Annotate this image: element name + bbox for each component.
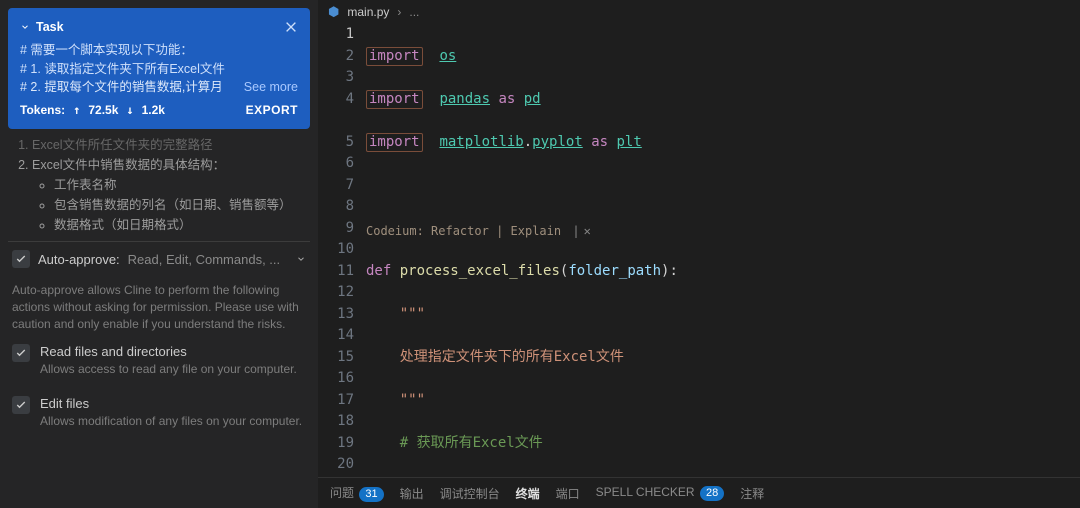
permission-title: Edit files bbox=[40, 396, 302, 411]
tab-ports[interactable]: 端口 bbox=[556, 485, 580, 502]
permission-item[interactable]: Read files and directories Allows access… bbox=[8, 338, 310, 383]
list-item: 数据格式（如日期格式） bbox=[54, 215, 306, 235]
auto-approve-help: Auto-approve allows Cline to perform the… bbox=[8, 282, 310, 332]
editor: ⬢ main.py › ... 1234 5678910111213141516… bbox=[318, 0, 1080, 508]
auto-approve-row[interactable]: Auto-approve: Read, Edit, Commands, ... bbox=[8, 241, 310, 276]
codelens[interactable]: Codeium: Refactor | Explain |✕ bbox=[366, 218, 591, 240]
see-more-link[interactable]: See more bbox=[244, 78, 298, 97]
tokens-label: Tokens: bbox=[20, 101, 65, 119]
filename[interactable]: main.py bbox=[347, 5, 389, 19]
sidebar: Task # 需要一个脚本实现以下功能： # 1. 读取指定文件夹下所有Exce… bbox=[0, 0, 318, 508]
list-item: 工作表名称 bbox=[54, 175, 306, 195]
list-item: Excel文件中销售数据的具体结构： 工作表名称 包含销售数据的列名（如日期、销… bbox=[32, 155, 306, 235]
tab-comments[interactable]: 注释 bbox=[740, 485, 764, 502]
badge: 31 bbox=[359, 487, 383, 502]
chevron-down-icon bbox=[20, 22, 30, 32]
tab-terminal[interactable]: 终端 bbox=[516, 485, 540, 502]
task-title-row[interactable]: Task bbox=[20, 18, 64, 37]
task-line: # 需要一个脚本实现以下功能： bbox=[20, 41, 298, 60]
prompt-info: Excel文件所任文件夹的完整路径 Excel文件中销售数据的具体结构： 工作表… bbox=[8, 135, 310, 235]
list-item: Excel文件所任文件夹的完整路径 bbox=[32, 135, 306, 155]
permission-title: Read files and directories bbox=[40, 344, 297, 359]
breadcrumb-more[interactable]: ... bbox=[409, 5, 419, 19]
down-arrow-icon: ↓ bbox=[126, 101, 133, 119]
task-line: # 2. 提取每个文件的销售数据,计算月 bbox=[20, 78, 238, 97]
panel-tabs: 问题 31 输出 调试控制台 终端 端口 SPELL CHECKER 28 注释 bbox=[318, 477, 1080, 508]
permission-desc: Allows modification of any files on your… bbox=[40, 413, 302, 429]
line-gutter: 1234 567891011121314151617181920 bbox=[318, 24, 366, 477]
checkbox-checked[interactable] bbox=[12, 250, 30, 268]
chevron-down-icon[interactable] bbox=[296, 254, 306, 264]
auto-approve-label: Auto-approve: bbox=[38, 252, 120, 267]
list-item: 包含销售数据的列名（如日期、销售额等） bbox=[54, 195, 306, 215]
tab-debug[interactable]: 调试控制台 bbox=[440, 485, 500, 502]
code-content[interactable]: import os import pandas as pd import mat… bbox=[366, 24, 1080, 477]
up-arrow-icon: ↑ bbox=[73, 101, 80, 119]
task-line: # 1. 读取指定文件夹下所有Excel文件 bbox=[20, 60, 298, 79]
token-counts: Tokens: ↑ 72.5k ↓ 1.2k bbox=[20, 101, 165, 119]
permission-item[interactable]: Edit files Allows modification of any fi… bbox=[8, 390, 310, 435]
tab-output[interactable]: 输出 bbox=[400, 485, 424, 502]
python-file-icon: ⬢ bbox=[328, 4, 339, 20]
checkbox-checked[interactable] bbox=[12, 344, 30, 362]
export-button[interactable]: EXPORT bbox=[246, 101, 298, 119]
badge: 28 bbox=[700, 486, 724, 501]
tokens-up: 72.5k bbox=[88, 101, 118, 119]
auto-approve-summary: Read, Edit, Commands, ... bbox=[128, 252, 280, 267]
close-icon[interactable] bbox=[284, 20, 298, 34]
permission-desc: Allows access to read any file on your c… bbox=[40, 361, 297, 377]
tokens-down: 1.2k bbox=[142, 101, 165, 119]
tab-problems[interactable]: 问题 31 bbox=[330, 484, 384, 502]
chevron-right-icon: › bbox=[397, 5, 401, 19]
breadcrumb[interactable]: ⬢ main.py › ... bbox=[318, 0, 1080, 24]
checkbox-checked[interactable] bbox=[12, 396, 30, 414]
task-title: Task bbox=[36, 18, 64, 37]
task-card: Task # 需要一个脚本实现以下功能： # 1. 读取指定文件夹下所有Exce… bbox=[8, 8, 310, 129]
tab-spellchecker[interactable]: SPELL CHECKER 28 bbox=[596, 485, 725, 501]
